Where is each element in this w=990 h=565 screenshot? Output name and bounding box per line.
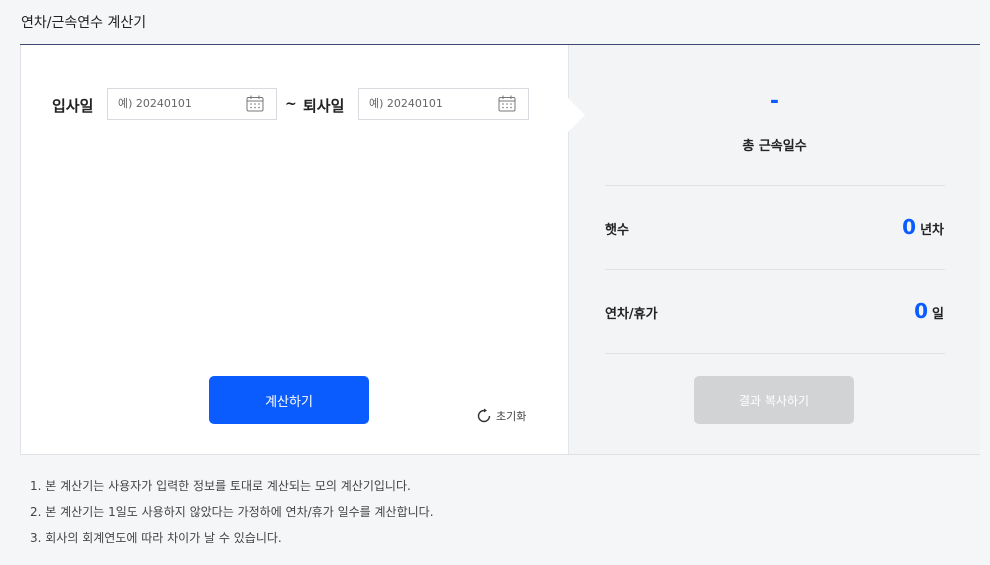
notes-list: 1. 본 계산기는 사용자가 입력한 정보를 토대로 계산되는 모의 계산기입니… [30, 473, 434, 551]
calendar-icon[interactable] [246, 95, 264, 112]
reset-label: 초기화 [496, 410, 527, 423]
leave-result: 0 일 [914, 299, 944, 323]
result-section: - 총 근속일수 햇수 0 년차 연차/휴가 0 일 결과 복사하기 [568, 45, 980, 454]
note-item: 3. 회사의 회계연도에 따라 차이가 날 수 있습니다. [30, 531, 282, 545]
start-date-field[interactable] [107, 88, 277, 120]
divider [605, 185, 945, 186]
leave-value: 0 [914, 299, 929, 323]
end-date-label: 퇴사일 [303, 97, 345, 115]
years-unit: 년차 [920, 223, 944, 238]
page-title: 연차/근속연수 계산기 [21, 15, 147, 31]
total-days-value: - [769, 89, 780, 114]
input-section: 입사일 ~ 퇴사일 계산하기 [21, 45, 568, 454]
years-label: 햇수 [605, 223, 629, 238]
leave-label: 연차/휴가 [605, 307, 658, 322]
start-date-label: 입사일 [52, 97, 94, 115]
reset-button[interactable]: 초기화 [476, 408, 526, 424]
start-date-input[interactable] [118, 97, 238, 110]
note-item: 1. 본 계산기는 사용자가 입력한 정보를 토대로 계산되는 모의 계산기입니… [30, 479, 411, 493]
divider [605, 269, 945, 270]
calculator-panel: 입사일 ~ 퇴사일 계산하기 [20, 45, 980, 455]
total-days-label: 총 근속일수 [742, 139, 807, 154]
leave-unit: 일 [932, 307, 944, 322]
calendar-icon[interactable] [498, 95, 516, 112]
years-result: 0 년차 [902, 215, 944, 239]
copy-result-button[interactable]: 결과 복사하기 [694, 376, 854, 424]
calculate-button[interactable]: 계산하기 [209, 376, 369, 424]
panel-pointer [567, 97, 585, 133]
end-date-field[interactable] [358, 88, 529, 120]
divider [605, 353, 945, 354]
years-value: 0 [902, 215, 917, 239]
note-item: 2. 본 계산기는 1일도 사용하지 않았다는 가정하에 연차/휴가 일수를 계… [30, 505, 434, 519]
date-range-separator: ~ [285, 96, 297, 112]
refresh-icon [477, 408, 491, 423]
end-date-input[interactable] [369, 97, 489, 110]
